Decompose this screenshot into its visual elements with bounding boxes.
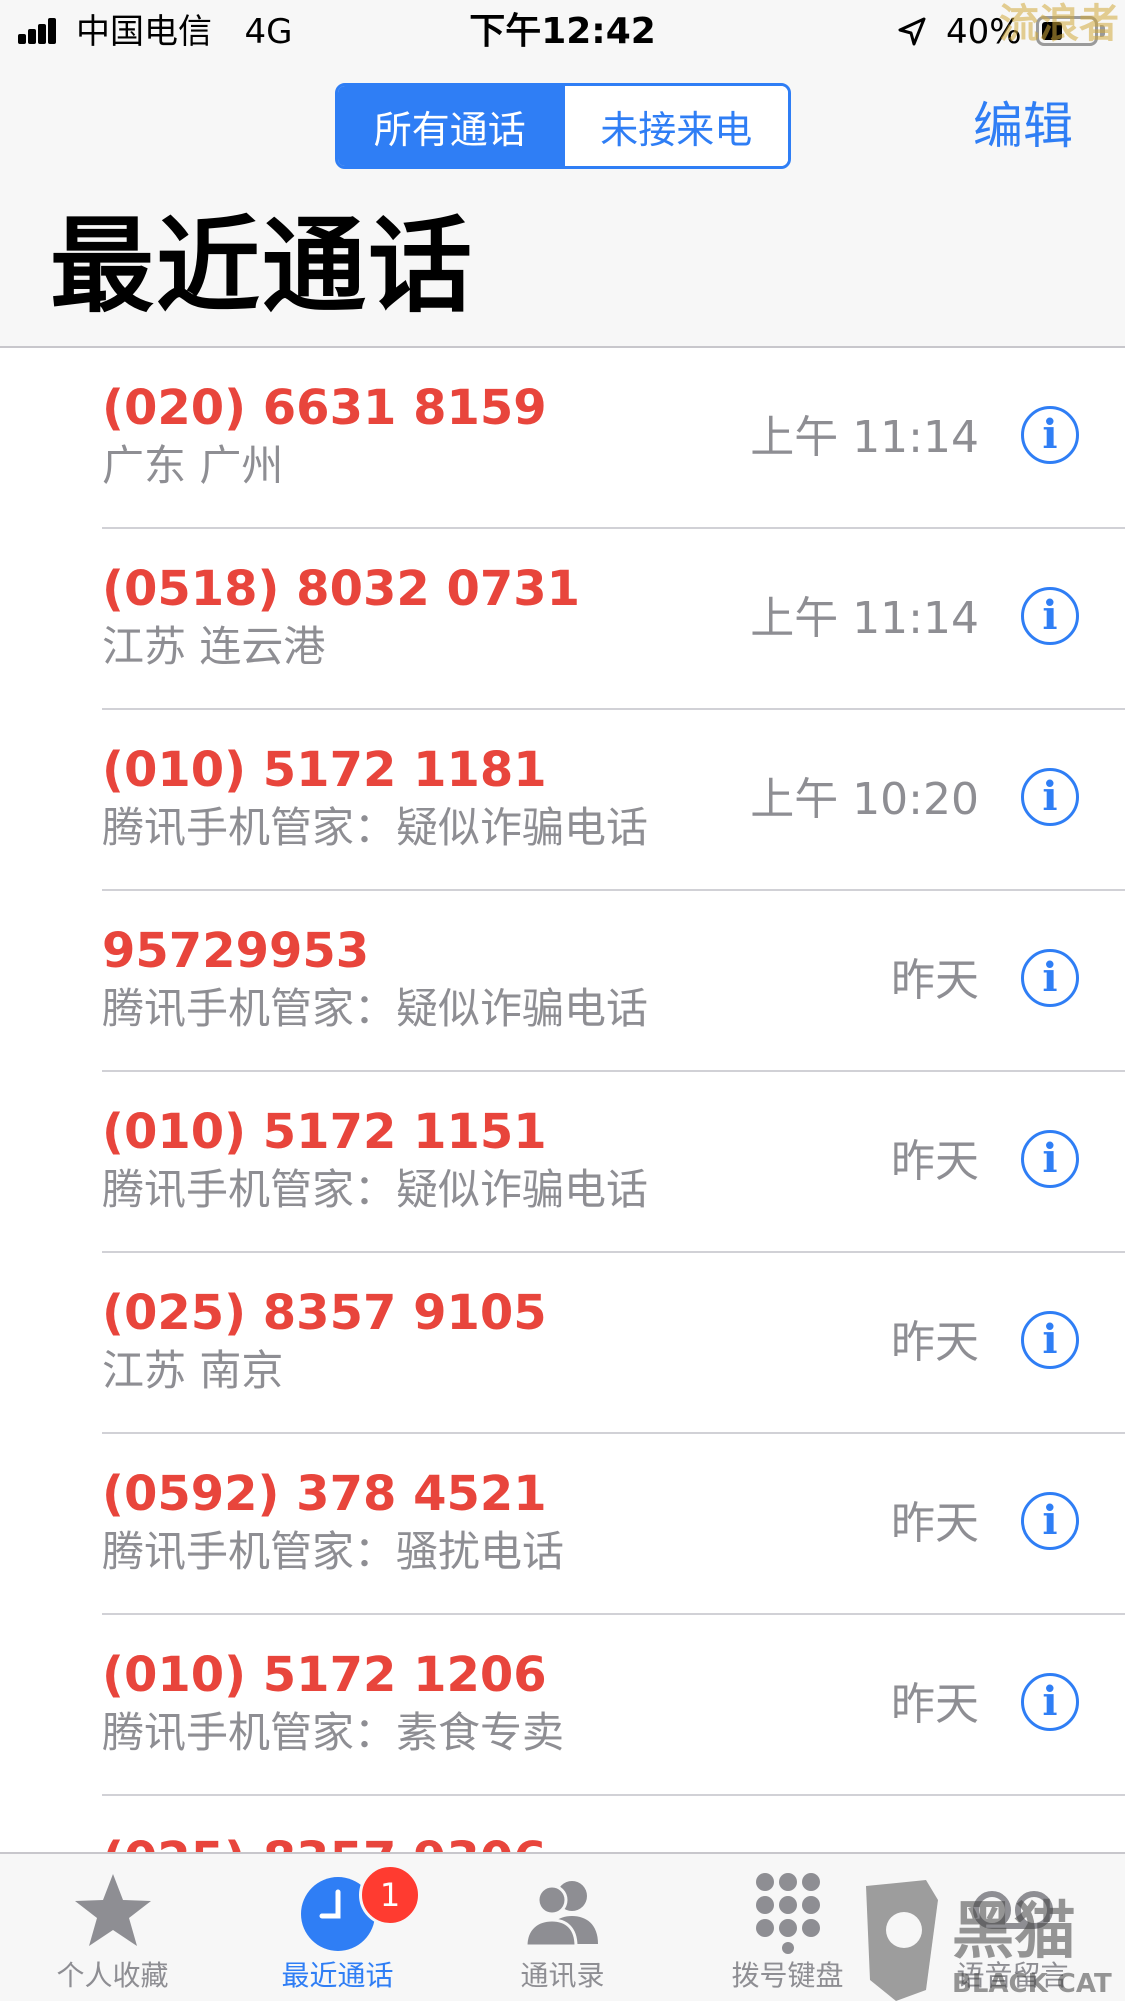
- call-time: 上午 11:14: [750, 412, 979, 463]
- call-detail: 腾讯手机管家：骚扰电话: [102, 1527, 565, 1576]
- call-detail: 江苏 南京: [102, 1346, 284, 1395]
- call-row[interactable]: (020) 6631 8159 广东 广州 上午 11:14 i: [102, 348, 1125, 529]
- info-icon[interactable]: i: [1021, 406, 1079, 464]
- call-row[interactable]: (0518) 8032 0731 江苏 连云港 上午 11:14 i: [102, 529, 1125, 710]
- blackcat-watermark-logo: 黑猫 BLACK CAT: [866, 1880, 1112, 2001]
- watermark-text: 流浪者: [999, 1, 1119, 47]
- call-time: 上午 10:20: [750, 774, 979, 825]
- tab-contacts[interactable]: 通讯录: [450, 1854, 675, 2003]
- info-icon[interactable]: i: [1021, 1130, 1079, 1188]
- location-arrow-icon: [898, 17, 926, 46]
- call-detail: 腾讯手机管家：疑似诈骗电话: [102, 1165, 649, 1214]
- contacts-icon: [523, 1881, 598, 1948]
- call-detail: 腾讯手机管家：疑似诈骗电话: [102, 803, 649, 852]
- call-row[interactable]: (0592) 378 4521 腾讯手机管家：骚扰电话 昨天 i: [102, 1434, 1125, 1615]
- info-icon[interactable]: i: [1021, 768, 1079, 826]
- call-row[interactable]: (025) 8357 9105 江苏 南京 昨天 i: [102, 1253, 1125, 1434]
- call-number: (0518) 8032 0731: [102, 561, 581, 617]
- info-icon[interactable]: i: [1021, 1492, 1079, 1550]
- call-number: (010) 5172 1206: [102, 1647, 547, 1703]
- recent-calls-list: (020) 6631 8159 广东 广州 上午 11:14 i (0518) …: [0, 348, 1125, 1796]
- info-icon[interactable]: i: [1021, 1311, 1079, 1369]
- call-number: 95729953: [102, 923, 370, 979]
- call-time: 昨天: [891, 1317, 979, 1368]
- call-row[interactable]: (010) 5172 1181 腾讯手机管家：疑似诈骗电话 上午 10:20 i: [102, 710, 1125, 891]
- call-time: 昨天: [891, 1679, 979, 1730]
- tab-label: 通讯录: [520, 1959, 605, 1992]
- info-icon[interactable]: i: [1021, 949, 1079, 1007]
- call-detail: 腾讯手机管家：素食专卖: [102, 1708, 565, 1757]
- call-detail: 广东 广州: [102, 441, 284, 490]
- status-bar: 中国电信 4G 下午12:42 40%: [0, 0, 1125, 64]
- segment-all-calls[interactable]: 所有通话: [338, 86, 562, 166]
- tab-label: 个人收藏: [56, 1959, 169, 1992]
- call-time: 昨天: [891, 1136, 979, 1187]
- call-detail: 江苏 连云港: [102, 622, 326, 671]
- call-time: 上午 11:14: [750, 593, 979, 644]
- info-icon[interactable]: i: [1021, 1673, 1079, 1731]
- svg-text:BLACK CAT: BLACK CAT: [952, 1969, 1112, 1999]
- call-filter-segmented-control: 所有通话 未接来电: [335, 83, 791, 169]
- tab-favorites[interactable]: 个人收藏: [0, 1854, 225, 2003]
- call-number: (020) 6631 8159: [102, 380, 547, 436]
- page-title: 最近通话: [50, 205, 475, 327]
- navigation-header: 所有通话 未接来电 编辑 最近通话: [0, 64, 1125, 348]
- missed-call-badge: 1: [359, 1864, 421, 1926]
- tab-label: 最近通话: [281, 1959, 394, 1992]
- call-number: (025) 8357 9105: [102, 1285, 547, 1341]
- info-icon[interactable]: i: [1021, 587, 1079, 645]
- call-time: 昨天: [891, 955, 979, 1006]
- call-row[interactable]: 95729953 腾讯手机管家：疑似诈骗电话 昨天 i: [102, 891, 1125, 1072]
- call-number: (0592) 378 4521: [102, 1466, 547, 1522]
- keypad-icon: [755, 1873, 820, 1954]
- call-row[interactable]: (010) 5172 1206 腾讯手机管家：素食专卖 昨天 i: [102, 1615, 1125, 1796]
- call-number: (010) 5172 1181: [102, 742, 547, 798]
- edit-button[interactable]: 编辑: [973, 94, 1073, 158]
- svg-text:黑猫: 黑猫: [952, 1894, 1076, 1967]
- tab-recents[interactable]: 1 最近通话: [225, 1854, 450, 2003]
- star-icon: [74, 1874, 151, 1946]
- call-row-partial[interactable]: (025) 8357 9306 i: [102, 1800, 1125, 1860]
- call-detail: 腾讯手机管家：疑似诈骗电话: [102, 984, 649, 1033]
- segment-missed-calls[interactable]: 未接来电: [561, 86, 788, 166]
- call-time: 昨天: [891, 1498, 979, 1549]
- call-row[interactable]: (010) 5172 1151 腾讯手机管家：疑似诈骗电话 昨天 i: [102, 1072, 1125, 1253]
- call-number: (010) 5172 1151: [102, 1104, 547, 1160]
